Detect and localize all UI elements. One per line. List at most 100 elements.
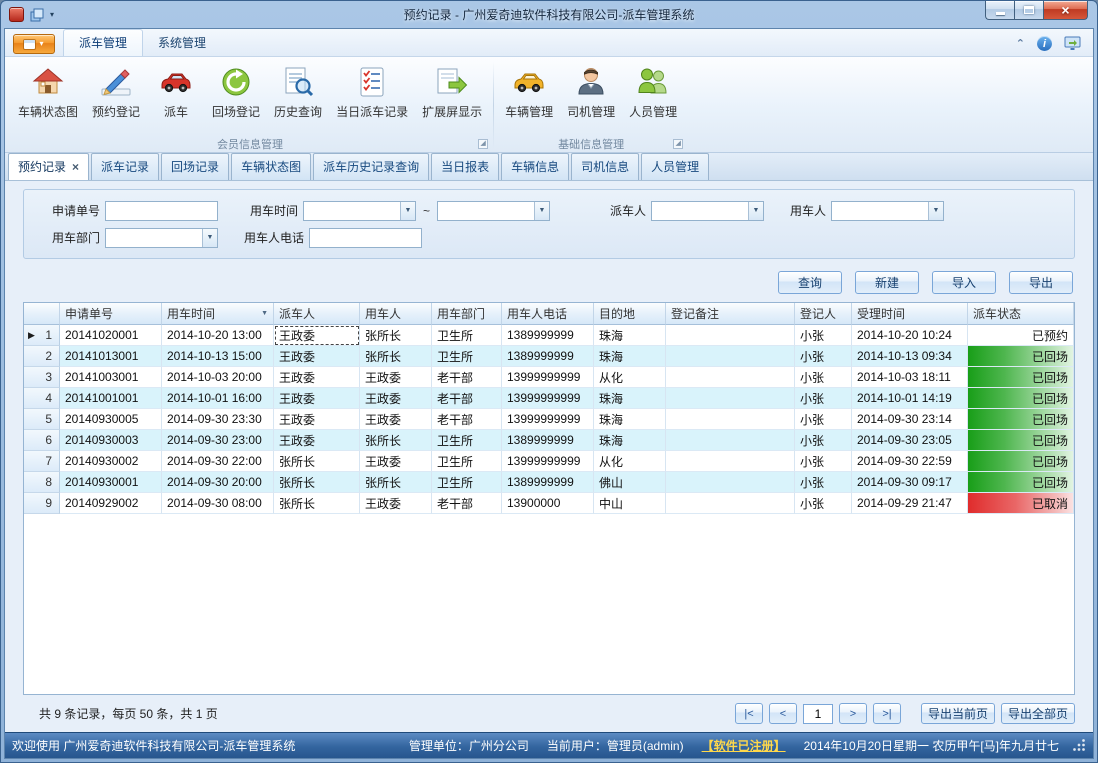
dispatcher-combo[interactable]: ▼ [651, 201, 764, 221]
grid-cell[interactable]: 老干部 [432, 367, 502, 388]
grid-cell[interactable]: 王政委 [360, 451, 432, 472]
grid-cell[interactable]: 王政委 [274, 346, 360, 367]
grid-cell[interactable]: 2014-10-01 16:00 [162, 388, 274, 409]
grid-cell[interactable]: 小张 [795, 493, 852, 514]
column-header-登记人[interactable]: 登记人 [795, 303, 852, 325]
titlebar[interactable]: ▾ 预约记录 - 广州爱奇迪软件科技有限公司-派车管理系统 × [4, 1, 1094, 28]
doc-tab-人员管理[interactable]: 人员管理 [641, 153, 709, 180]
grid-cell[interactable]: 从化 [594, 367, 666, 388]
page-number-input[interactable] [803, 704, 833, 724]
info-icon[interactable]: i [1037, 36, 1052, 51]
department-combo[interactable]: ▼ [105, 228, 218, 248]
grid-cell[interactable]: 1389999999 [502, 430, 594, 451]
grid-cell[interactable]: 卫生所 [432, 430, 502, 451]
use-time-from-combo[interactable]: ▼ [303, 201, 416, 221]
grid-cell[interactable]: 王政委 [360, 409, 432, 430]
export-current-page-button[interactable]: 导出当前页 [921, 703, 995, 724]
ribbon-button-车辆状态图[interactable]: 车辆状态图 [11, 60, 85, 134]
grid-cell[interactable]: 卫生所 [432, 472, 502, 493]
column-header-申请单号[interactable]: 申请单号 [60, 303, 162, 325]
tab-close-icon[interactable]: × [72, 161, 79, 173]
grid-cell[interactable]: 2014-09-30 23:14 [852, 409, 968, 430]
use-time-to-combo[interactable]: ▼ [437, 201, 550, 221]
table-row[interactable]: 4201410010012014-10-01 16:00王政委王政委老干部139… [24, 388, 1074, 409]
grid-cell[interactable]: 13999999999 [502, 451, 594, 472]
column-header-用车人电话[interactable]: 用车人电话 [502, 303, 594, 325]
grid-cell[interactable]: 20141001001 [60, 388, 162, 409]
grid-cell[interactable]: 卫生所 [432, 346, 502, 367]
close-button[interactable]: × [1043, 1, 1088, 20]
grid-cell[interactable]: 20141003001 [60, 367, 162, 388]
chevron-down-icon[interactable]: ▼ [928, 202, 943, 220]
grid-cell[interactable]: 张所长 [360, 346, 432, 367]
grid-cell[interactable]: 珠海 [594, 409, 666, 430]
ribbon-button-历史查询[interactable]: 历史查询 [267, 60, 329, 134]
next-page-button[interactable]: > [839, 703, 867, 724]
chevron-down-icon[interactable]: ▼ [534, 202, 549, 220]
status-cell[interactable]: 已取消 [968, 493, 1074, 514]
grid-cell[interactable]: 1389999999 [502, 346, 594, 367]
grid-cell[interactable]: 20141013001 [60, 346, 162, 367]
grid-cell[interactable]: 2014-09-30 09:17 [852, 472, 968, 493]
grid-cell[interactable]: 张所长 [360, 325, 432, 346]
table-row[interactable]: 6201409300032014-09-30 23:00王政委张所长卫生所138… [24, 430, 1074, 451]
grid-cell[interactable]: 小张 [795, 388, 852, 409]
grid-cell[interactable]: 2014-09-30 23:30 [162, 409, 274, 430]
row-indicator[interactable]: 2 [24, 346, 60, 367]
ribbon-button-派车[interactable]: 派车 [147, 60, 205, 134]
collapse-ribbon-icon[interactable]: ⌃ [1016, 37, 1025, 50]
grid-cell[interactable]: 2014-10-13 09:34 [852, 346, 968, 367]
table-row[interactable]: 2201410130012014-10-13 15:00王政委张所长卫生所138… [24, 346, 1074, 367]
doc-tab-当日报表[interactable]: 当日报表 [431, 153, 499, 180]
column-header-派车人[interactable]: 派车人 [274, 303, 360, 325]
status-cell[interactable]: 已回场 [968, 451, 1074, 472]
table-row[interactable]: 8201409300012014-09-30 20:00张所长张所长卫生所138… [24, 472, 1074, 493]
doc-tab-预约记录[interactable]: 预约记录× [8, 153, 89, 180]
grid-cell[interactable]: 小张 [795, 325, 852, 346]
grid-cell[interactable]: 张所长 [360, 472, 432, 493]
grid-cell[interactable]: 珠海 [594, 430, 666, 451]
grid-cell[interactable] [666, 388, 795, 409]
grid-cell[interactable]: 2014-10-20 13:00 [162, 325, 274, 346]
grid-cell[interactable]: 2014-09-30 08:00 [162, 493, 274, 514]
grid-cell[interactable]: 珠海 [594, 346, 666, 367]
grid-cell[interactable]: 小张 [795, 367, 852, 388]
ribbon-tab-系统管理[interactable]: 系统管理 [143, 30, 221, 56]
first-page-button[interactable]: |< [735, 703, 763, 724]
grid-cell[interactable]: 珠海 [594, 325, 666, 346]
grid-cell[interactable]: 13900000 [502, 493, 594, 514]
grid-cell[interactable]: 佛山 [594, 472, 666, 493]
query-button[interactable]: 查询 [778, 271, 842, 294]
ribbon-button-车辆管理[interactable]: 车辆管理 [498, 60, 560, 134]
column-header-用车部门[interactable]: 用车部门 [432, 303, 502, 325]
layers-icon[interactable] [29, 7, 45, 23]
row-indicator[interactable]: 7 [24, 451, 60, 472]
grid-cell[interactable]: 王政委 [274, 325, 360, 346]
grid-cell[interactable]: 老干部 [432, 388, 502, 409]
doc-tab-车辆信息[interactable]: 车辆信息 [501, 153, 569, 180]
grid-cell[interactable]: 王政委 [274, 367, 360, 388]
grid-cell[interactable]: 20140930005 [60, 409, 162, 430]
row-indicator[interactable]: 5 [24, 409, 60, 430]
grid-cell[interactable]: 20141020001 [60, 325, 162, 346]
status-cell[interactable]: 已回场 [968, 472, 1074, 493]
grid-cell[interactable]: 20140930002 [60, 451, 162, 472]
grid-cell[interactable]: 20140930003 [60, 430, 162, 451]
chevron-down-icon[interactable]: ▼ [400, 202, 415, 220]
export-button[interactable]: 导出 [1009, 271, 1073, 294]
row-indicator-header[interactable] [24, 303, 60, 325]
column-filter-icon[interactable]: ▼ [258, 310, 268, 317]
grid-cell[interactable]: 珠海 [594, 388, 666, 409]
qat-dropdown-icon[interactable]: ▾ [50, 10, 54, 19]
grid-cell[interactable]: 13999999999 [502, 409, 594, 430]
status-cell[interactable]: 已回场 [968, 346, 1074, 367]
column-header-登记备注[interactable]: 登记备注 [666, 303, 795, 325]
grid-cell[interactable]: 老干部 [432, 409, 502, 430]
column-header-用车时间[interactable]: 用车时间▼ [162, 303, 274, 325]
prev-page-button[interactable]: < [769, 703, 797, 724]
grid-cell[interactable]: 小张 [795, 430, 852, 451]
ribbon-tab-派车管理[interactable]: 派车管理 [63, 29, 143, 56]
resize-grip[interactable] [1073, 739, 1086, 752]
last-page-button[interactable]: >| [873, 703, 901, 724]
grid-cell[interactable]: 2014-09-30 22:00 [162, 451, 274, 472]
